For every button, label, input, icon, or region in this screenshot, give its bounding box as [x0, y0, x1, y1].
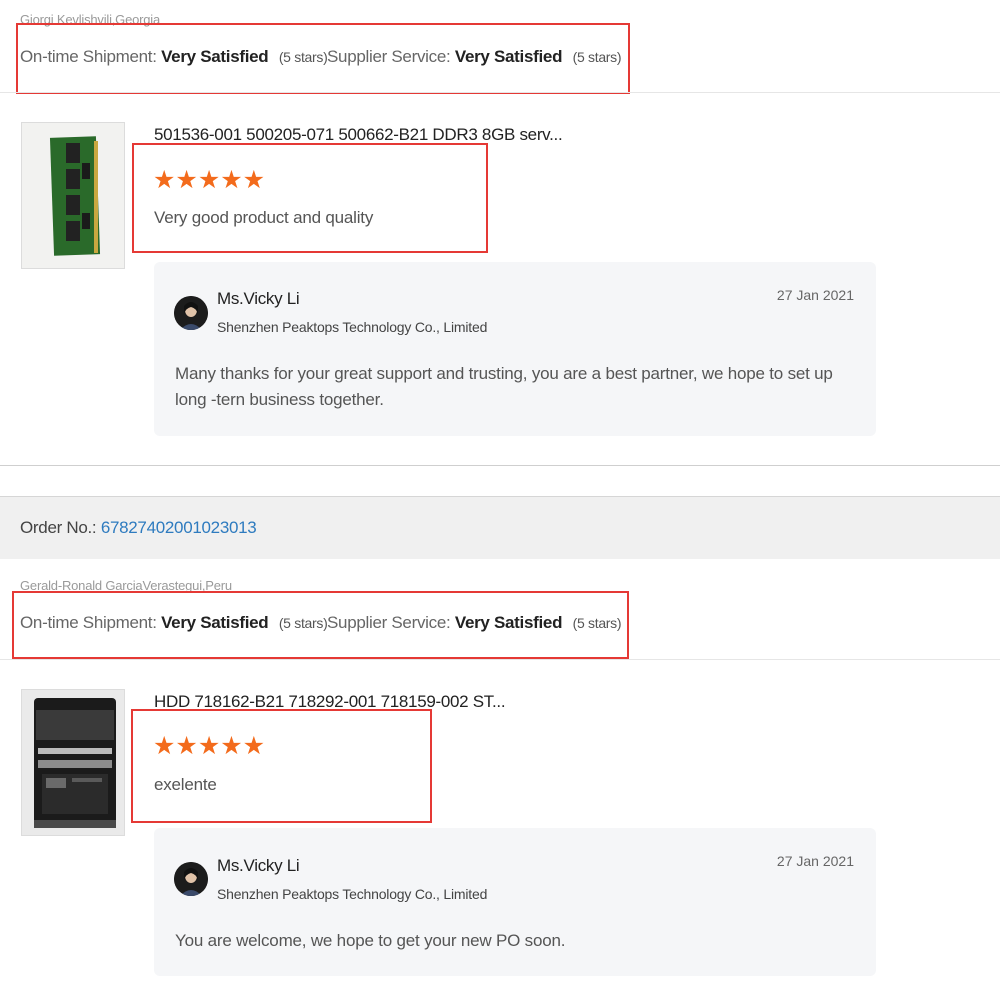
reply-company: Shenzhen Peaktops Technology Co., Limite… [217, 319, 488, 335]
divider [0, 92, 1000, 93]
divider [0, 465, 1000, 466]
reply-date: 27 Jan 2021 [776, 853, 854, 869]
order-number-row: Order No.: 67827402001023013 [20, 518, 257, 538]
order-header: Order No.: 67827402001023013 [0, 496, 1000, 559]
reply-author-name: Ms.Vicky Li [217, 856, 300, 875]
highlight-box [12, 591, 629, 659]
reply-date: 27 Jan 2021 [776, 287, 854, 303]
avatar [174, 862, 208, 896]
product-thumbnail-ram[interactable] [21, 122, 125, 269]
reply-text: You are welcome, we hope to get your new… [175, 931, 566, 950]
hard-drive-image [22, 690, 124, 835]
highlight-box [131, 709, 432, 823]
supplier-reply-card: Ms.Vicky Li Shenzhen Peaktops Technology… [154, 262, 876, 436]
avatar [174, 296, 208, 330]
highlight-box [132, 143, 488, 253]
divider [0, 659, 1000, 660]
order-label: Order No.: [20, 518, 97, 537]
supplier-reply-card: Ms.Vicky Li Shenzhen Peaktops Technology… [154, 828, 876, 976]
person-icon [174, 296, 208, 330]
reply-text: Many thanks for your great support and t… [175, 364, 833, 409]
product-title[interactable]: 501536-001 500205-071 500662-B21 DDR3 8G… [154, 125, 563, 145]
order-number-link[interactable]: 67827402001023013 [101, 518, 257, 537]
product-thumbnail-hdd[interactable] [21, 689, 125, 836]
reply-author-name: Ms.Vicky Li [217, 289, 300, 308]
reply-company: Shenzhen Peaktops Technology Co., Limite… [217, 886, 488, 902]
person-icon [174, 862, 208, 896]
highlight-box [16, 23, 630, 94]
ram-module-image [22, 123, 124, 268]
